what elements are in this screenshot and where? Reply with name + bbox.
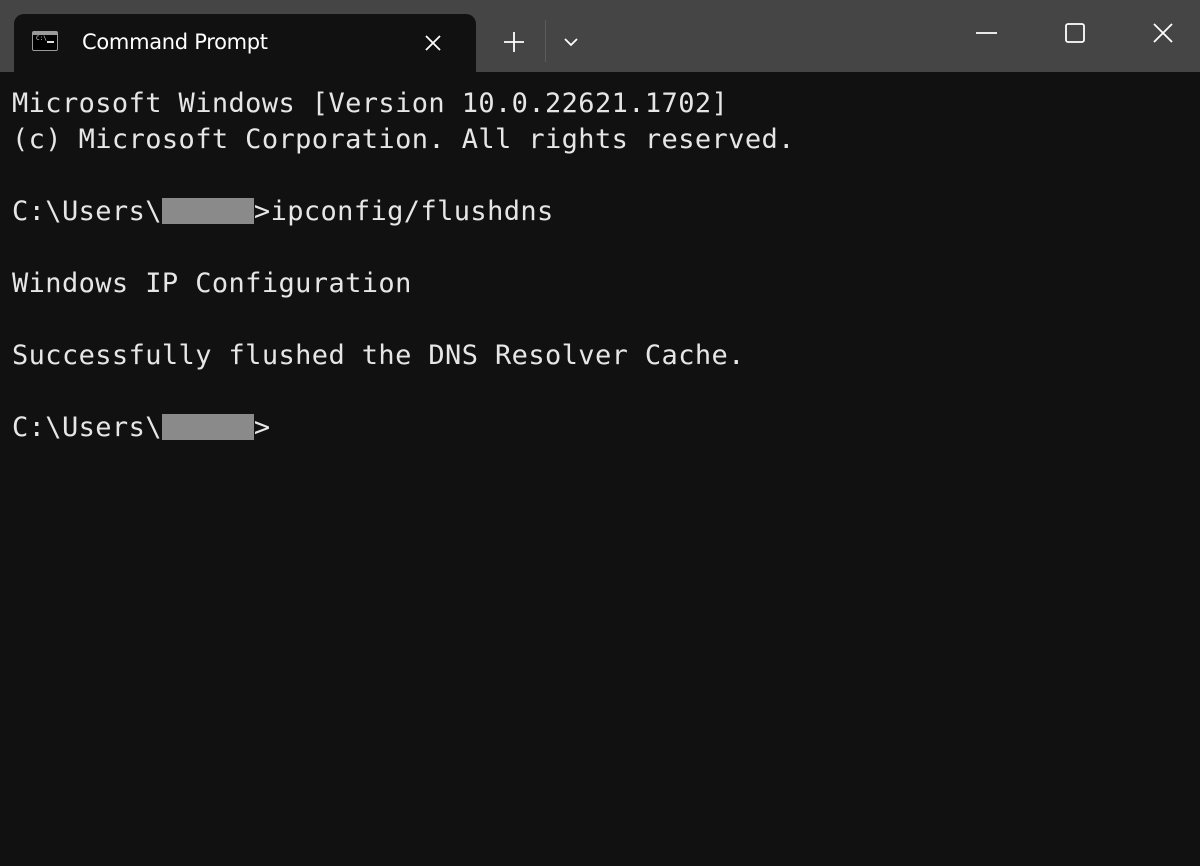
close-icon	[425, 35, 441, 51]
command-text: ipconfig/flushdns	[270, 196, 554, 227]
tab-command-prompt[interactable]: C:\ Command Prompt	[14, 14, 476, 72]
terminal-line: Successfully flushed the DNS Resolver Ca…	[12, 340, 745, 371]
redacted-username	[161, 198, 254, 224]
maximize-icon	[1065, 23, 1085, 43]
terminal-output[interactable]: Microsoft Windows [Version 10.0.22621.17…	[12, 86, 1192, 446]
prompt-symbol: >	[253, 196, 271, 227]
prompt-line: C:\Users\ >ipconfig/flushdns	[12, 194, 1192, 230]
close-icon	[1153, 23, 1173, 43]
prompt-symbol: >	[253, 412, 271, 443]
tab-dropdown-button[interactable]	[558, 30, 584, 54]
terminal-line: (c) Microsoft Corporation. All rights re…	[12, 124, 795, 155]
tab-close-button[interactable]	[420, 30, 446, 56]
minimize-icon	[976, 32, 997, 34]
minimize-button[interactable]	[970, 20, 1004, 46]
chevron-down-icon	[564, 38, 578, 47]
tab-title: Command Prompt	[82, 30, 268, 54]
prompt-path: C:\Users\	[12, 412, 162, 443]
command-prompt-icon: C:\	[32, 31, 58, 51]
terminal-line: Microsoft Windows [Version 10.0.22621.17…	[12, 88, 729, 119]
title-bar: C:\ Command Prompt	[0, 0, 1200, 72]
redacted-username	[161, 414, 254, 440]
plus-icon	[504, 32, 524, 52]
tab-divider	[545, 20, 546, 62]
maximize-button[interactable]	[1060, 18, 1090, 48]
terminal-line: Windows IP Configuration	[12, 268, 412, 299]
new-tab-button[interactable]	[500, 28, 528, 56]
prompt-path: C:\Users\	[12, 196, 162, 227]
window-close-button[interactable]	[1148, 18, 1178, 48]
prompt-line[interactable]: C:\Users\ >	[12, 410, 1192, 446]
